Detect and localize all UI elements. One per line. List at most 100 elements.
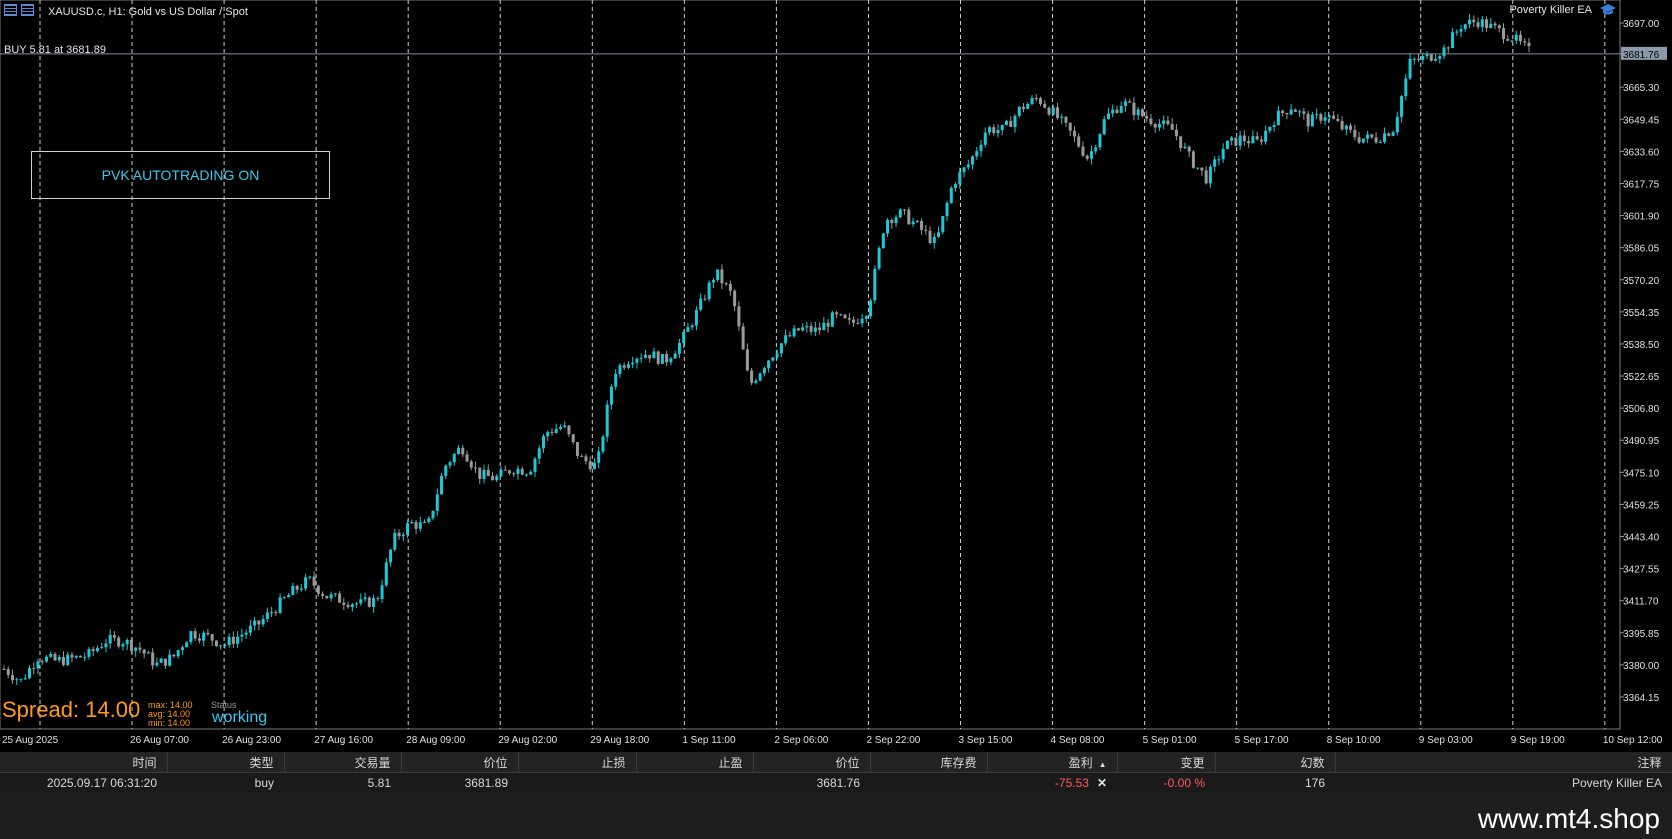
candle-body <box>745 349 749 371</box>
col-sl[interactable]: 止损 <box>518 752 637 773</box>
col-time[interactable]: 时间 <box>0 752 168 773</box>
candle-body <box>316 585 320 594</box>
candle-body <box>937 232 941 237</box>
autotrading-status-text: PVK AUTOTRADING ON <box>101 167 260 183</box>
candle-body <box>1030 98 1034 104</box>
cell-type: buy <box>167 772 284 793</box>
candle-body <box>1128 101 1132 103</box>
candle-body <box>1519 34 1523 42</box>
col-type[interactable]: 类型 <box>167 752 285 773</box>
candle-body <box>520 468 524 475</box>
spread-min: min: 14.00 <box>148 718 191 728</box>
candle-body <box>860 318 864 324</box>
order-line-label: BUY 5.81 at 3681.89 <box>4 44 106 56</box>
candle-body <box>533 458 537 472</box>
candle-body <box>1451 32 1455 49</box>
candle-body <box>248 625 252 633</box>
candle-body <box>163 658 167 666</box>
autotrading-status-box[interactable]: PVK AUTOTRADING ON <box>31 151 330 199</box>
cell-open-price: 3681.89 <box>401 772 518 793</box>
candle-body <box>597 451 601 463</box>
candle-layer <box>2 13 1531 685</box>
candle-body <box>894 217 898 224</box>
candle-body <box>304 577 308 589</box>
col-comment[interactable]: 注释 <box>1335 752 1672 773</box>
candle-body <box>694 309 698 326</box>
grid-layer <box>39 0 1606 729</box>
candle-body <box>788 335 792 337</box>
x-tick-label: 29 Aug 02:00 <box>498 735 557 746</box>
col-open-price[interactable]: 价位 <box>401 752 519 773</box>
candle-body <box>1429 54 1433 61</box>
candle-body <box>673 353 677 359</box>
candle-body <box>1323 117 1327 121</box>
candle-body <box>1089 151 1093 159</box>
candle-body <box>1170 124 1174 130</box>
candle-body <box>1442 47 1446 57</box>
candle-body <box>1425 54 1429 57</box>
candle-body <box>1408 58 1412 79</box>
candle-body <box>1115 109 1119 113</box>
candle-body <box>643 354 647 358</box>
candle-body <box>648 354 652 359</box>
candle-body <box>1119 105 1123 113</box>
col-swap[interactable]: 库存费 <box>870 752 988 773</box>
chart-menu-icons[interactable] <box>4 4 34 16</box>
candle-body <box>1064 116 1068 123</box>
y-tick-label: 3395.85 <box>1623 629 1660 640</box>
candle-body <box>571 434 575 443</box>
candle-body <box>36 661 40 669</box>
candle-body <box>338 593 342 603</box>
candle-body <box>240 634 244 637</box>
candle-body <box>168 654 172 666</box>
candle-body <box>1272 125 1276 127</box>
candle-body <box>406 523 410 535</box>
candle-body <box>554 428 558 433</box>
candle-body <box>1191 151 1195 168</box>
col-volume[interactable]: 交易量 <box>284 752 402 773</box>
col-change[interactable]: 变更 <box>1117 752 1216 773</box>
candle-body <box>308 576 312 578</box>
candle-body <box>682 331 686 343</box>
candle-body <box>44 656 48 662</box>
x-tick-label: 10 Sep 12:00 <box>1603 735 1663 746</box>
graduation-cap-icon[interactable] <box>1599 3 1617 17</box>
candle-body <box>236 636 240 644</box>
candle-body <box>911 221 915 225</box>
close-position-icon[interactable]: ✕ <box>1097 776 1107 790</box>
candle-body <box>796 328 800 331</box>
candle-body <box>1315 114 1319 116</box>
candle-body <box>478 467 482 479</box>
candle-body <box>1221 149 1225 160</box>
col-profit[interactable]: 盈利 ▲ <box>987 752 1118 773</box>
candle-body <box>1259 139 1263 142</box>
candle-body <box>975 151 979 157</box>
candle-body <box>558 426 562 429</box>
col-tp[interactable]: 止盈 <box>636 752 754 773</box>
col-price[interactable]: 价位 <box>753 752 871 773</box>
candle-body <box>350 604 354 608</box>
cell-comment: Poverty Killer EA <box>1335 772 1672 793</box>
candle-body <box>524 474 528 476</box>
candle-body <box>172 654 176 657</box>
candle-body <box>444 465 448 476</box>
price-chart[interactable]: 3697.00 3681.76 3665.30 3649.45 3633.60 3617.… <box>0 0 1672 752</box>
candle-body <box>423 522 427 524</box>
candle-body <box>440 475 444 495</box>
candle-body <box>988 127 992 133</box>
cell-price: 3681.76 <box>753 772 870 793</box>
col-magic[interactable]: 幻数 <box>1215 752 1336 773</box>
candle-body <box>932 236 936 243</box>
candle-body <box>1179 136 1183 149</box>
candle-body <box>278 597 282 613</box>
candle-body <box>214 640 218 646</box>
menu-icon[interactable] <box>4 4 17 16</box>
candle-body <box>1072 130 1076 137</box>
y-tick-label: 3617.75 <box>1623 179 1660 190</box>
candle-body <box>1378 141 1382 143</box>
symbol-list-icon[interactable] <box>21 4 34 16</box>
table-row[interactable]: 2025.09.17 06:31:20 buy 5.81 3681.89 368… <box>0 772 1672 793</box>
candle-body <box>801 327 805 331</box>
candle-body <box>270 612 274 614</box>
candle-body <box>469 461 473 468</box>
